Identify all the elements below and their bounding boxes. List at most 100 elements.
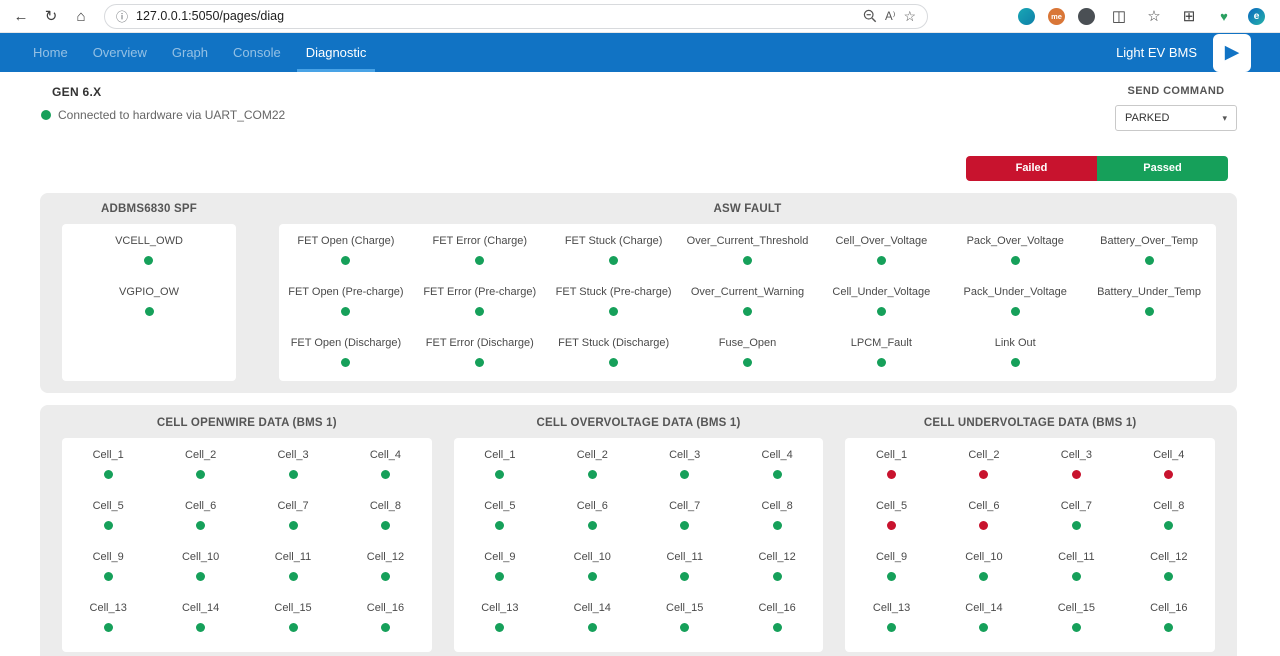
collections-icon[interactable]: ⊞	[1178, 9, 1200, 24]
status-dot	[1011, 307, 1020, 316]
status-dot	[887, 521, 896, 530]
status-dot	[588, 521, 597, 530]
cell-label: Cell_13	[90, 602, 127, 614]
cell-status-item: Cell_12	[1123, 542, 1215, 593]
status-dot	[877, 358, 886, 367]
device-title: GEN 6.X	[52, 85, 285, 99]
split-screen-icon[interactable]: ◫	[1108, 9, 1130, 24]
cell-status-item: Cell_3	[247, 440, 339, 491]
status-dot	[196, 521, 205, 530]
status-dot	[680, 470, 689, 479]
nav-tab[interactable]: Diagnostic	[295, 33, 378, 72]
status-dot	[381, 470, 390, 479]
status-dot	[588, 470, 597, 479]
status-dot	[289, 572, 298, 581]
status-dot	[381, 572, 390, 581]
cell-label: Cell_7	[1061, 500, 1092, 512]
nav-tab[interactable]: Home	[22, 33, 79, 72]
cell-status-item: Cell_10	[546, 542, 638, 593]
status-label: FET Stuck (Discharge)	[558, 337, 669, 349]
cell-label: Cell_9	[93, 551, 124, 563]
cell-status-item: Cell_10	[154, 542, 246, 593]
cell-status-item: Cell_12	[731, 542, 823, 593]
cell-status-item: Cell_16	[1123, 593, 1215, 644]
status-item: Battery_Under_Temp	[1082, 277, 1216, 328]
site-info-icon[interactable]: ⓘ	[116, 8, 128, 25]
status-label: FET Error (Charge)	[433, 235, 528, 247]
edge-copilot-icon[interactable]: e	[1248, 8, 1265, 25]
status-dot	[1072, 623, 1081, 632]
back-icon[interactable]: ←	[10, 9, 32, 24]
nav-tab[interactable]: Console	[222, 33, 292, 72]
status-dot	[877, 256, 886, 265]
cell-label: Cell_16	[367, 602, 404, 614]
status-dot	[341, 358, 350, 367]
cell-label: Cell_3	[669, 449, 700, 461]
cell-label: Cell_1	[93, 449, 124, 461]
cell-label: Cell_8	[370, 500, 401, 512]
read-aloud-icon[interactable]: A⁾	[885, 9, 896, 23]
favorites-hub-icon[interactable]: ☆	[1143, 9, 1165, 24]
status-dot	[495, 521, 504, 530]
cell-status-item: Cell_12	[339, 542, 431, 593]
legend-passed-button[interactable]: Passed	[1097, 156, 1228, 181]
cell-status-item: Cell_14	[546, 593, 638, 644]
status-dot	[1145, 256, 1154, 265]
cell-status-item: Cell_4	[1123, 440, 1215, 491]
legend: Failed Passed	[0, 131, 1280, 193]
command-dropdown-value: PARKED	[1125, 112, 1169, 124]
cell-status-item: Cell_4	[731, 440, 823, 491]
legend-failed-button[interactable]: Failed	[966, 156, 1097, 181]
status-dot	[341, 256, 350, 265]
cell-label: Cell_8	[762, 500, 793, 512]
status-dot	[887, 470, 896, 479]
cell-label: Cell_4	[762, 449, 793, 461]
address-bar[interactable]: ⓘ 127.0.0.1:5050/pages/diag A⁾ ☆	[104, 4, 928, 29]
asw-fault-title: ASW FAULT	[279, 203, 1216, 215]
cell-label: Cell_2	[577, 449, 608, 461]
zoom-out-icon[interactable]	[863, 9, 877, 23]
cell-label: Cell_12	[367, 551, 404, 563]
status-item: Link Out	[948, 328, 1082, 379]
cell-status-item: Cell_13	[454, 593, 546, 644]
status-dot	[381, 623, 390, 632]
status-item: FET Error (Charge)	[413, 226, 547, 277]
refresh-icon[interactable]: ↻	[40, 9, 62, 24]
asw-fault-section: ASW FAULT FET Open (Charge) FET Error (C…	[279, 203, 1216, 381]
status-dot	[381, 521, 390, 530]
status-item: FET Stuck (Charge)	[547, 226, 681, 277]
extension-badge-icon[interactable]	[1018, 8, 1035, 25]
asw-fault-card: FET Open (Charge) FET Error (Charge) FET…	[279, 224, 1216, 381]
status-label: Over_Current_Warning	[691, 286, 804, 298]
status-dot	[144, 256, 153, 265]
profile-avatar[interactable]: me	[1048, 8, 1065, 25]
cell-label: Cell_4	[1153, 449, 1184, 461]
fault-panel: ADBMS6830 SPF VCELL_OWD VGPIO_OW ASW FAU…	[40, 193, 1237, 393]
nav-tab[interactable]: Overview	[82, 33, 158, 72]
nav-tab[interactable]: Graph	[161, 33, 219, 72]
command-dropdown[interactable]: PARKED ▾	[1115, 105, 1237, 131]
play-button[interactable]: ▶	[1213, 34, 1251, 72]
cell-status-item: Cell_4	[339, 440, 431, 491]
extension-icon[interactable]	[1078, 8, 1095, 25]
cell-status-item: Cell_2	[938, 440, 1030, 491]
status-dot	[877, 307, 886, 316]
status-label: VCELL_OWD	[115, 235, 183, 247]
status-item: FET Error (Pre-charge)	[413, 277, 547, 328]
cell-openwire-title: CELL OPENWIRE DATA (BMS 1)	[62, 417, 432, 429]
cell-status-item: Cell_15	[1030, 593, 1122, 644]
browser-essentials-icon[interactable]: ♥	[1213, 10, 1235, 23]
cell-undervoltage-section: CELL UNDERVOLTAGE DATA (BMS 1) Cell_1 Ce…	[845, 417, 1215, 652]
status-dot	[475, 358, 484, 367]
status-label: Battery_Over_Temp	[1100, 235, 1198, 247]
home-icon[interactable]: ⌂	[70, 9, 92, 24]
status-item: Cell_Over_Voltage	[814, 226, 948, 277]
status-label: FET Stuck (Pre-charge)	[556, 286, 672, 298]
status-dot	[1164, 572, 1173, 581]
cell-overvoltage-section: CELL OVERVOLTAGE DATA (BMS 1) Cell_1 Cel…	[454, 417, 824, 652]
cell-undervoltage-title: CELL UNDERVOLTAGE DATA (BMS 1)	[845, 417, 1215, 429]
cell-status-item: Cell_2	[546, 440, 638, 491]
cell-status-item: Cell_16	[339, 593, 431, 644]
url-text[interactable]: 127.0.0.1:5050/pages/diag	[136, 9, 855, 23]
favorite-star-icon[interactable]: ☆	[903, 8, 916, 25]
